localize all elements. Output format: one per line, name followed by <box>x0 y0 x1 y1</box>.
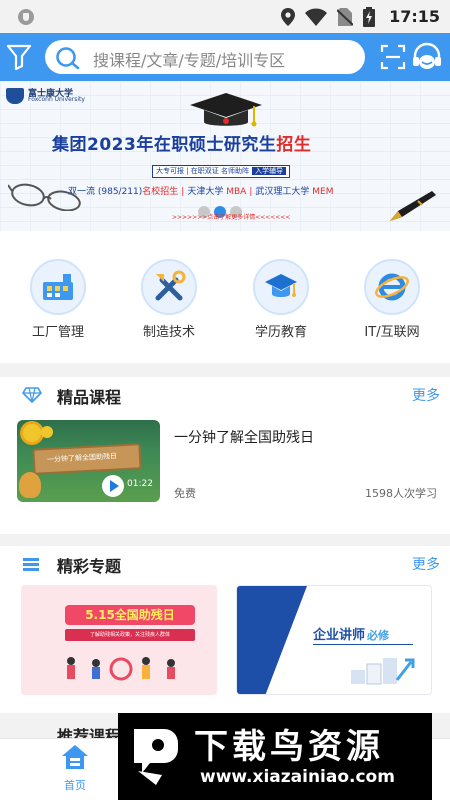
featured-courses-header: 精品课程 更多 <box>0 377 450 413</box>
course-title[interactable]: 一分钟了解全国助残日 <box>174 427 314 447</box>
topic-card-corporate-trainer[interactable]: 企业讲师 必修 <box>236 585 432 695</box>
factory-icon <box>30 259 86 315</box>
scan-icon[interactable] <box>380 44 406 70</box>
topic-subheading: 了解助残相关政策，关注残疾人群体 <box>65 629 195 641</box>
category-label: 工厂管理 <box>31 325 84 340</box>
topic-divider <box>313 644 413 645</box>
watermark-url: www.xiazainiao.com <box>200 767 395 787</box>
lion-figure <box>19 472 41 498</box>
nav-home[interactable]: 首页 <box>46 743 104 793</box>
banner-headline-text: 集团2023年在职硕士研究生 <box>52 135 277 155</box>
banner-headline: 集团2023年在职硕士研究生招生 <box>52 130 402 155</box>
promo-banner[interactable]: 富士康大学 Foxconn University 集团2023年在职硕士研究生招… <box>0 81 450 231</box>
topic-heading: 企业讲师 必修 <box>313 624 389 643</box>
category-factory-management[interactable]: 工厂管理 <box>13 259 103 340</box>
diamond-icon <box>22 387 42 403</box>
topic-heading: 5.15全国助残日 <box>65 605 195 625</box>
play-icon[interactable] <box>102 475 124 497</box>
shield-icon <box>18 9 34 25</box>
topic-decoration <box>237 586 307 694</box>
school-separator: | <box>249 187 253 197</box>
featured-courses-section: 精品课程 更多 一分钟了解全国助残日 01:22 一分钟了解全国助残日 免费 1… <box>0 377 450 534</box>
school-1-highlight: 名校招生 <box>142 187 179 197</box>
category-manufacturing[interactable]: 制造技术 <box>124 259 214 340</box>
banner-footnote: >>>>>>>点击了解更多详情<<<<<<< <box>172 214 291 221</box>
eyeglasses-icon <box>8 183 81 211</box>
bird-logo-icon <box>134 729 178 785</box>
category-label: 制造技术 <box>142 325 195 340</box>
video-duration: 01:22 <box>127 479 153 489</box>
sunflower-icon <box>41 426 53 438</box>
internet-explorer-icon <box>364 259 420 315</box>
home-icon <box>62 745 88 769</box>
document-stack-icon <box>23 558 39 571</box>
category-label: 学历教育 <box>254 325 307 340</box>
banner-tagline-badge: 入学辅导 <box>252 167 287 175</box>
filter-icon[interactable] <box>6 43 32 71</box>
search-placeholder: 搜课程/文章/专题/培训专区 <box>93 51 286 70</box>
location-icon <box>281 7 296 26</box>
category-label: IT/互联网 <box>364 325 420 340</box>
graduation-cap-icon <box>190 93 262 127</box>
graduation-cap-icon <box>253 259 309 315</box>
banner-headline-highlight: 招生 <box>276 135 312 155</box>
banner-tagline: 大专可报 | 在职双证 名师助阵 入学辅导 <box>152 165 291 178</box>
school-separator: | <box>181 187 185 197</box>
topic-heading-alt: 必修 <box>367 629 390 642</box>
more-link[interactable]: 更多 <box>412 554 440 574</box>
customer-service-icon[interactable] <box>410 40 444 74</box>
watermark-title: 下载鸟资源 <box>194 727 384 767</box>
no-sim-icon <box>337 7 354 26</box>
category-education[interactable]: 学历教育 <box>236 259 326 340</box>
search-header: 搜课程/文章/专题/培训专区 <box>0 33 450 81</box>
school-3-prefix: 武汉理工大学 <box>255 187 310 197</box>
topic-card-disability-day[interactable]: 5.15全国助残日 了解助残相关政策，关注残疾人群体 <box>21 585 217 695</box>
status-bar: 17:15 <box>0 0 450 33</box>
banner-tagline-text: 大专可报 | 在职双证 名师助阵 <box>156 167 250 175</box>
category-it-internet[interactable]: IT/互联网 <box>347 259 437 340</box>
school-3-highlight: MEM <box>312 187 334 197</box>
tools-icon <box>141 259 197 315</box>
status-time: 17:15 <box>389 7 440 26</box>
course-thumbnail[interactable]: 一分钟了解全国助残日 01:22 <box>17 420 160 502</box>
pen-icon <box>390 191 436 221</box>
university-subtitle: Foxconn University <box>28 96 85 103</box>
banner-schools: 双一流 (985/211)名校招生 | 天津大学 MBA | 武汉理工大学 MEM <box>68 184 334 197</box>
search-input[interactable]: 搜课程/文章/专题/培训专区 <box>45 40 365 74</box>
category-grid: 工厂管理 制造技术 学历教育 IT/互联网 <box>0 231 450 363</box>
topics-header: 精彩专题 更多 <box>0 546 450 582</box>
cubes-illustration <box>351 658 415 685</box>
sunflower-icon <box>23 424 41 442</box>
status-icons: 17:15 <box>281 0 440 33</box>
school-2-prefix: 天津大学 <box>187 187 224 197</box>
course-learner-count: 1598人次学习 <box>365 487 437 500</box>
course-price: 免费 <box>174 487 196 500</box>
watermark: 下载鸟资源 www.xiazainiao.com <box>118 713 432 800</box>
section-title: 精彩专题 <box>57 557 122 576</box>
wifi-icon <box>305 8 328 26</box>
section-title: 精品课程 <box>57 388 122 407</box>
topics-section: 精彩专题 更多 5.15全国助残日 了解助残相关政策，关注残疾人群体 企业讲师必… <box>0 546 450 713</box>
nav-home-label: 首页 <box>64 779 86 792</box>
battery-charging-icon <box>363 6 376 27</box>
school-2-highlight: MBA <box>226 187 247 197</box>
university-logo-icon <box>6 88 24 104</box>
people-illustration <box>67 657 175 681</box>
topic-heading-text: 企业讲师 <box>313 628 366 643</box>
search-icon <box>56 47 80 70</box>
more-link[interactable]: 更多 <box>412 385 440 405</box>
